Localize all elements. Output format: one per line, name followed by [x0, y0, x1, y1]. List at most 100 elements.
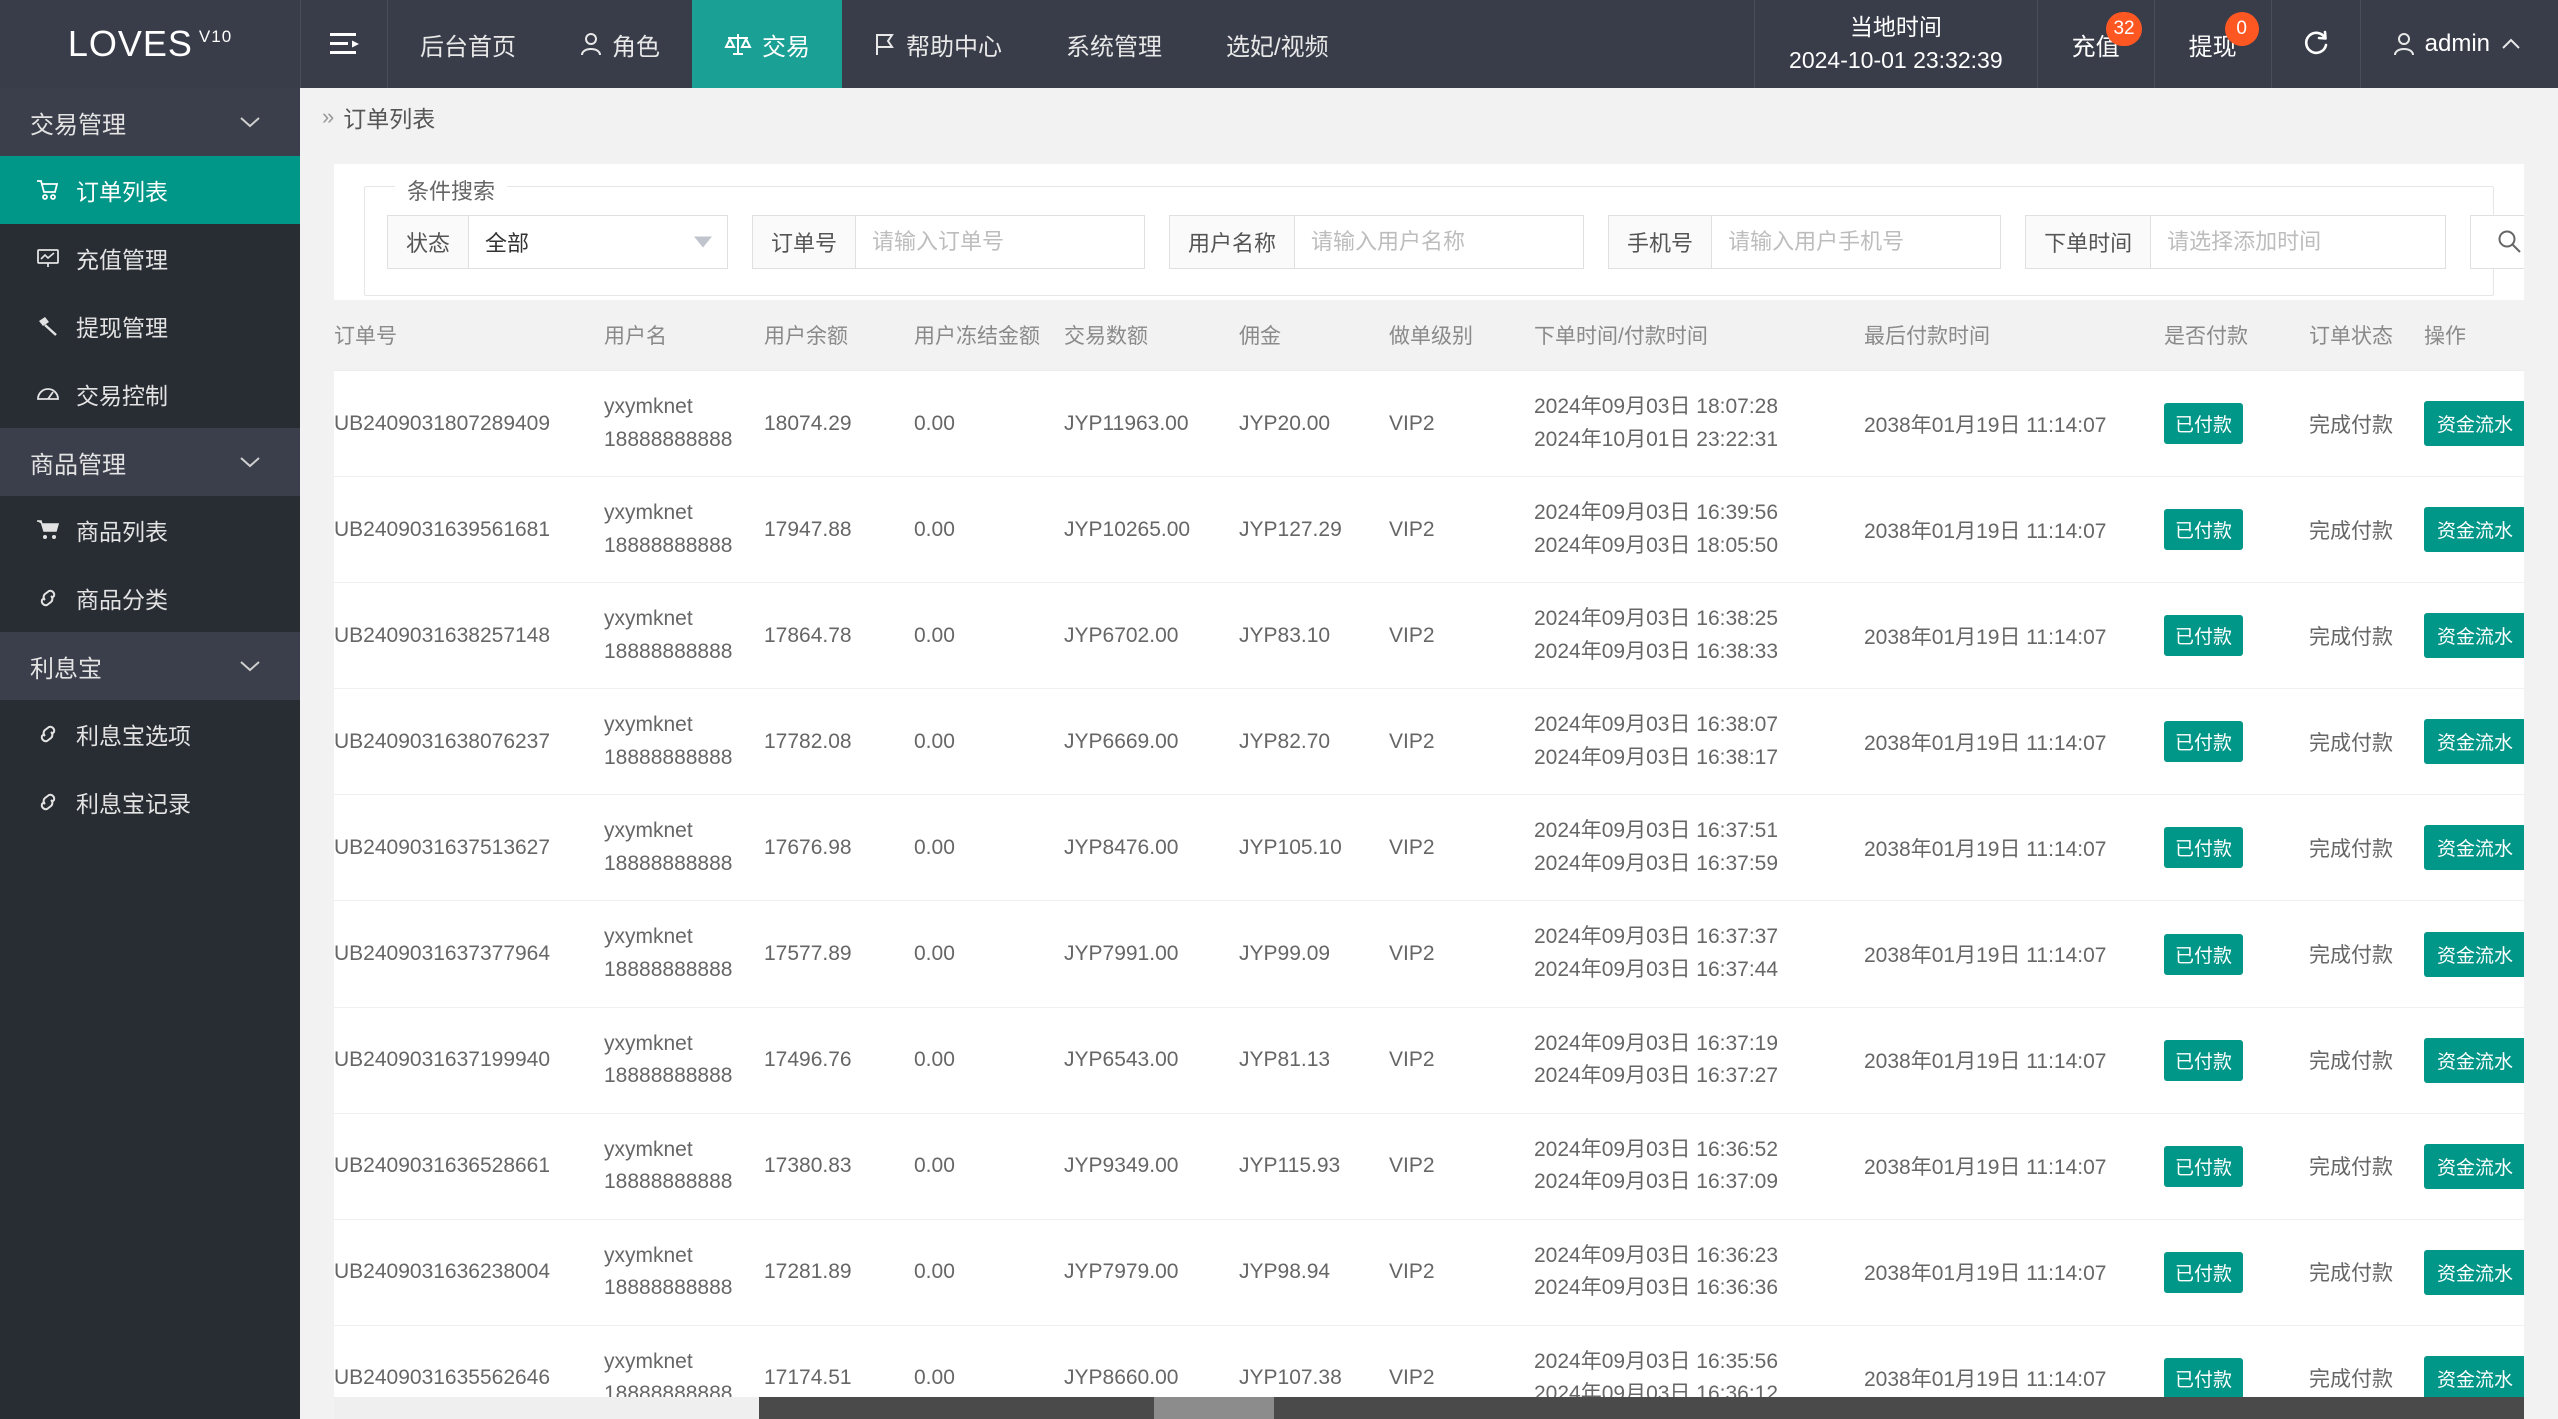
nav-label-help: 帮助中心	[906, 33, 1002, 61]
cell-order-pay-time: 2024年09月03日 16:37:51 2024年09月03日 16:37:59	[1534, 794, 1864, 902]
sidebar-item-withdraw-mgmt[interactable]: 提现管理	[0, 292, 300, 360]
fund-flow-button[interactable]: 资金流水	[2424, 1355, 2524, 1401]
nav-item-trade[interactable]: 交易	[692, 0, 842, 88]
cell-user-name: yxymknet	[604, 1243, 693, 1267]
table-row[interactable]: UB2409031639561681 yxymknet 18888888888 179…	[334, 476, 2524, 584]
sidebar-group-trade[interactable]: 交易管理	[0, 88, 300, 156]
nav-item-system[interactable]: 系统管理	[1034, 0, 1194, 88]
cell-order-status: 完成付款	[2309, 794, 2424, 902]
sidebar-item-order-list[interactable]: 订单列表	[0, 156, 300, 224]
phone-input[interactable]	[1711, 215, 2002, 269]
fund-flow-button[interactable]: 资金流水	[2424, 401, 2524, 447]
cell-action: 资金流水	[2424, 794, 2524, 902]
cell-order-time: 2024年09月03日 16:39:56	[1534, 501, 1779, 525]
fund-flow-button[interactable]: 资金流水	[2424, 1249, 2524, 1295]
table-row[interactable]: UB2409031807289409 yxymknet 18888888888 180…	[334, 370, 2524, 478]
table-row[interactable]: UB2409031636528661 yxymknet 18888888888 173…	[334, 1113, 2524, 1220]
col-order-status: 订单状态	[2309, 300, 2424, 371]
cell-level: VIP2	[1389, 794, 1534, 902]
sidebar-item-label-withdraw-mgmt: 提现管理	[76, 315, 168, 341]
cell-balance: 17496.76	[764, 1007, 914, 1114]
cell-order-pay-time: 2024年09月03日 16:36:23 2024年09月03日 16:36:36	[1534, 1219, 1864, 1326]
sidebar-item-interest-options[interactable]: 利息宝选项	[0, 700, 300, 768]
nav-item-help[interactable]: 帮助中心	[842, 0, 1034, 88]
sidebar-item-goods-category[interactable]: 商品分类	[0, 564, 300, 632]
cell-user-name: yxymknet	[604, 607, 693, 631]
orders-table-wrap: 订单号 用户名 用户余额 用户冻结金额 交易数额 佣金 做单级别 下单时间/付款…	[334, 300, 2524, 1419]
app-logo[interactable]: LOVES V10	[0, 0, 300, 88]
search-button[interactable]: 搜 索	[2470, 215, 2524, 269]
cell-order-time: 2024年09月03日 16:37:37	[1534, 925, 1779, 949]
sidebar-item-label-interest-options: 利息宝选项	[76, 723, 191, 749]
table-row[interactable]: UB2409031637377964 yxymknet 18888888888 175…	[334, 900, 2524, 1008]
sidebar-group-interest[interactable]: 利息宝	[0, 632, 300, 700]
col-trade-amount: 交易数额	[1064, 300, 1239, 371]
sidebar-item-interest-records[interactable]: 利息宝记录	[0, 768, 300, 836]
sidebar-toggle-button[interactable]	[300, 0, 388, 88]
table-row[interactable]: UB2409031638257148 yxymknet 18888888888 178…	[334, 582, 2524, 690]
content-area: » 订单列表 条件搜索 状态 全部 订单号 请输入订单号 用户名称 请输入用户名…	[300, 88, 2558, 1419]
table-row[interactable]: UB2409031638076237 yxymknet 18888888888 177…	[334, 688, 2524, 796]
cell-level: VIP2	[1389, 900, 1534, 1008]
fund-flow-button[interactable]: 资金流水	[2424, 931, 2524, 977]
cell-order-time: 2024年09月03日 16:36:23	[1534, 1243, 1779, 1267]
status-badge-paid: 已付款	[2164, 1039, 2244, 1081]
cell-user-phone: 18888888888	[604, 1064, 733, 1088]
cell-last-pay-time: 2038年01月19日 11:14:07	[1864, 900, 2164, 1008]
cell-user-phone: 18888888888	[604, 639, 733, 663]
order-no-input[interactable]	[855, 215, 1146, 269]
cell-level: VIP2	[1389, 582, 1534, 690]
cell-amount: JYP10265.00	[1064, 476, 1239, 584]
sidebar-item-recharge-mgmt[interactable]: 充值管理	[0, 224, 300, 292]
cell-is-paid: 已付款	[2164, 1007, 2309, 1114]
cell-commission: JYP115.93	[1239, 1113, 1389, 1220]
recharge-button[interactable]: 充值 32	[2038, 0, 2155, 88]
cell-user-phone: 18888888888	[604, 1276, 733, 1300]
horizontal-scrollbar[interactable]	[334, 1397, 2524, 1419]
fund-flow-button[interactable]: 资金流水	[2424, 825, 2524, 871]
cell-is-paid: 已付款	[2164, 688, 2309, 796]
fund-flow-button[interactable]: 资金流水	[2424, 719, 2524, 765]
fund-flow-button[interactable]: 资金流水	[2424, 1143, 2524, 1189]
local-time-label: 当地时间	[1849, 13, 1942, 40]
cell-balance: 17947.88	[764, 476, 914, 584]
chevron-down-icon	[238, 455, 262, 469]
main-panel: 条件搜索 状态 订单号	[334, 164, 2524, 1419]
orders-table: 订单号 用户名 用户余额 用户冻结金额 交易数额 佣金 做单级别 下单时间/付款…	[334, 300, 2524, 1419]
cell-order-time: 2024年09月03日 16:36:52	[1534, 1137, 1779, 1161]
cell-commission: JYP82.70	[1239, 688, 1389, 796]
user-name-input[interactable]	[1294, 215, 1585, 269]
fund-flow-button[interactable]: 资金流水	[2424, 1037, 2524, 1083]
order-time-input[interactable]	[2150, 215, 2447, 269]
nav-item-role[interactable]: 角色	[548, 0, 692, 88]
table-row[interactable]: UB2409031636238004 yxymknet 18888888888 172…	[334, 1219, 2524, 1326]
status-badge-paid: 已付款	[2164, 721, 2244, 763]
cell-user-name: yxymknet	[604, 395, 693, 418]
nav-item-home[interactable]: 后台首页	[388, 0, 548, 88]
cell-commission: JYP83.10	[1239, 582, 1389, 690]
sidebar-group-goods[interactable]: 商品管理	[0, 428, 300, 496]
cell-frozen: 0.00	[914, 1113, 1064, 1220]
fund-flow-button[interactable]: 资金流水	[2424, 613, 2524, 659]
table-row[interactable]: UB2409031637513627 yxymknet 18888888888 176…	[334, 794, 2524, 902]
sidebar-item-goods-list[interactable]: 商品列表	[0, 496, 300, 564]
cell-order-no: UB2409031636238004	[334, 1219, 604, 1326]
search-legend: 条件搜索	[395, 174, 508, 206]
withdraw-button[interactable]: 提现 0	[2155, 0, 2272, 88]
status-select-input[interactable]	[468, 215, 729, 269]
nav-item-video[interactable]: 选妃/视频	[1194, 0, 1361, 88]
status-select[interactable]	[468, 215, 729, 269]
col-action: 操作	[2424, 300, 2524, 371]
cell-is-paid: 已付款	[2164, 1113, 2309, 1220]
cell-frozen: 0.00	[914, 900, 1064, 1008]
refresh-button[interactable]	[2272, 0, 2361, 88]
user-menu-button[interactable]: admin	[2361, 0, 2558, 88]
table-row[interactable]: UB2409031637199940 yxymknet 18888888888 174…	[334, 1007, 2524, 1114]
cell-action: 资金流水	[2424, 370, 2524, 478]
sidebar-item-trade-control[interactable]: 交易控制	[0, 360, 300, 428]
fund-flow-button[interactable]: 资金流水	[2424, 507, 2524, 553]
scrollbar-thumb[interactable]	[1154, 1397, 1274, 1419]
cell-order-no: UB2409031637377964	[334, 900, 604, 1008]
search-fieldset: 条件搜索 状态 订单号	[364, 174, 2524, 296]
cell-user-name: yxymknet	[604, 1137, 693, 1161]
